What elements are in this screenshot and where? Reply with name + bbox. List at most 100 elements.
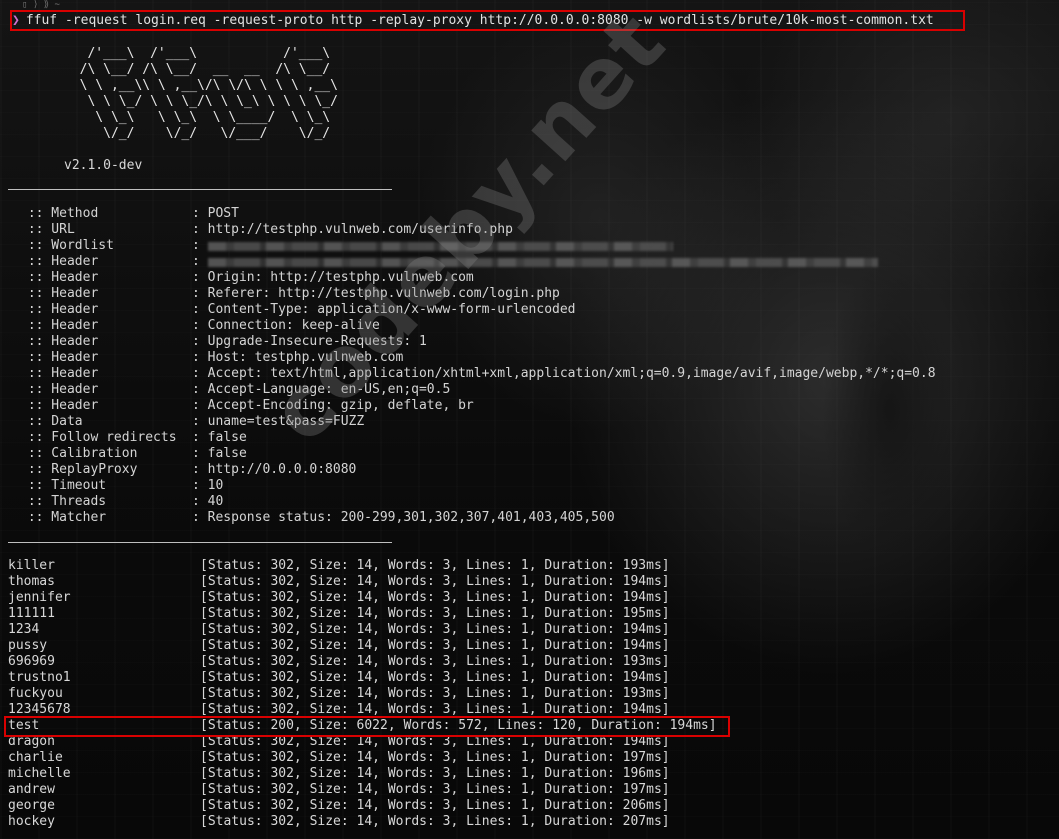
config-value: : Host: testphp.vulnweb.com	[192, 350, 404, 365]
result-status: [Status: 302, Size: 14, Words: 3, Lines:…	[200, 686, 670, 701]
config-row: :: Header: Upgrade-Insecure-Requests: 1	[20, 334, 936, 350]
config-row: :: Data : uname=test&pass=FUZZ	[20, 414, 936, 430]
result-word: 696969	[8, 654, 55, 669]
result-row: trustno1 [Status: 302, Size: 14, Words: 3…	[8, 670, 717, 686]
config-row: :: Header : Accept-Language: en-US,en;q=0…	[20, 382, 936, 398]
result-word: michelle	[8, 766, 71, 781]
result-word: george	[8, 798, 55, 813]
config-key: :: URL	[20, 222, 75, 237]
result-word: pussy	[8, 638, 48, 653]
result-status: [Status: 302, Size: 14, Words: 3, Lines:…	[200, 750, 670, 765]
config-row: :: Header : Referer: http://testphp.vulnw…	[20, 286, 936, 302]
config-value: :	[192, 254, 200, 269]
result-word: thomas	[8, 574, 55, 589]
result-word: charlie	[8, 750, 63, 765]
config-row: :: Header : Accept-Encoding: gzip, deflat…	[20, 398, 936, 414]
config-value: : Accept-Language: en-US,en;q=0.5	[192, 382, 451, 397]
config-key: :: Threads	[20, 494, 107, 509]
config-value: : Referer: http://testphp.vulnweb.com/lo…	[192, 286, 560, 301]
result-word: fuckyou	[8, 686, 63, 701]
config-value: : false	[192, 446, 247, 461]
config-value: : http://testphp.vulnweb.com/userinfo.ph…	[192, 222, 513, 237]
result-row: 111111 [Status: 302, Size: 14, Words: 3, …	[8, 606, 717, 622]
version-label: v2.1.0-dev	[64, 158, 143, 173]
config-row: :: Timeout: 10	[20, 478, 936, 494]
config-key: :: Wordlist	[20, 238, 114, 253]
config-row: :: Calibration : false	[20, 446, 936, 462]
result-word: hockey	[8, 814, 55, 829]
result-row: killer [Status: 302, Size: 14, Words: 3, …	[8, 558, 717, 574]
result-row: michelle [Status: 302, Size: 14, Words: 3…	[8, 766, 717, 782]
config-value: : Connection: keep-alive	[192, 318, 380, 333]
config-key: :: Header	[20, 334, 99, 349]
config-key: :: Header	[20, 286, 99, 301]
redacted-value	[207, 258, 878, 267]
config-row: :: Follow redirects : false	[20, 430, 936, 446]
config-row: :: Header:	[20, 254, 936, 270]
match-highlight-box	[4, 716, 730, 737]
config-value: : http://0.0.0.0:8080	[192, 462, 357, 477]
ffuf-ascii-logo: /'___\ /'___\ /'___\ /\ \__/ /\ \__/ __ …	[79, 46, 338, 141]
config-row: :: Wordlist:	[20, 238, 936, 254]
config-key: :: Header	[20, 302, 99, 317]
result-status: [Status: 302, Size: 14, Words: 3, Lines:…	[200, 814, 670, 829]
result-row: jennifer [Status: 302, Size: 14, Words: 3…	[8, 590, 717, 606]
result-status: [Status: 302, Size: 14, Words: 3, Lines:…	[200, 654, 670, 669]
result-row: pussy [Status: 302, Size: 14, Words: 3, L…	[8, 638, 717, 654]
config-value: : 10	[192, 478, 224, 493]
config-value: : Response status: 200-299,301,302,307,4…	[192, 510, 615, 525]
result-status: [Status: 302, Size: 14, Words: 3, Lines:…	[200, 606, 670, 621]
config-value: :	[192, 238, 200, 253]
result-row: thomas [Status: 302, Size: 14, Words: 3, …	[8, 574, 717, 590]
config-key: :: Header	[20, 382, 99, 397]
config-key: :: Follow redirects	[20, 430, 177, 445]
result-status: [Status: 302, Size: 14, Words: 3, Lines:…	[200, 670, 670, 685]
result-word: 1234	[8, 622, 40, 637]
config-key: :: Header	[20, 350, 99, 365]
result-word: trustno1	[8, 670, 71, 685]
config-summary: :: Method : POST :: URL : http://testphp.v…	[20, 206, 936, 526]
config-value: : uname=test&pass=FUZZ	[192, 414, 365, 429]
config-value: : 40	[192, 494, 224, 509]
config-value: : Accept-Encoding: gzip, deflate, br	[192, 398, 474, 413]
result-word: killer	[8, 558, 55, 573]
config-key: :: Calibration	[20, 446, 138, 461]
config-key: :: Header	[20, 366, 99, 381]
config-key: :: Matcher	[20, 510, 107, 525]
config-row: :: Matcher : Response status: 200-299,301…	[20, 510, 936, 526]
config-key: :: Method	[20, 206, 99, 221]
config-row: :: Threads : 40	[20, 494, 936, 510]
result-row: hockey [Status: 302, Size: 14, Words: 3, …	[8, 814, 717, 830]
config-row: :: ReplayProxy: http://0.0.0.0:8080	[20, 462, 936, 478]
window-titlebar-fragment: ▯ ⟩ ⟫ ~	[22, 0, 60, 10]
separator-top	[8, 189, 392, 190]
terminal-window[interactable]: ▯ ⟩ ⟫ ~ ❯ ffuf -request login.req -reques…	[0, 0, 1059, 839]
config-row: :: Header: Origin: http://testphp.vulnwe…	[20, 270, 936, 286]
config-key: :: Data	[20, 414, 83, 429]
config-value: : Accept: text/html,application/xhtml+xm…	[192, 366, 936, 381]
config-key: :: Header	[20, 398, 99, 413]
config-value: : POST	[192, 206, 239, 221]
result-row: andrew [Status: 302, Size: 14, Words: 3, …	[8, 782, 717, 798]
config-key: :: Header	[20, 254, 99, 269]
result-status: [Status: 302, Size: 14, Words: 3, Lines:…	[200, 558, 670, 573]
result-row: george [Status: 302, Size: 14, Words: 3, …	[8, 798, 717, 814]
result-word: andrew	[8, 782, 55, 797]
config-value: : Content-Type: application/x-www-form-u…	[192, 302, 576, 317]
result-status: [Status: 302, Size: 14, Words: 3, Lines:…	[200, 782, 670, 797]
prompt-chevron-icon: ❯	[12, 13, 20, 28]
result-status: [Status: 302, Size: 14, Words: 3, Lines:…	[200, 766, 670, 781]
command-text: ffuf -request login.req -request-proto h…	[25, 13, 934, 28]
result-status: [Status: 302, Size: 14, Words: 3, Lines:…	[200, 574, 670, 589]
config-value: : false	[192, 430, 247, 445]
result-word: 111111	[8, 606, 55, 621]
config-row: :: Method : POST	[20, 206, 936, 222]
result-status: [Status: 302, Size: 14, Words: 3, Lines:…	[200, 590, 670, 605]
config-row: :: URL : http://testphp.vulnweb.com/useri…	[20, 222, 936, 238]
command-line[interactable]: ❯ ffuf -request login.req -request-proto …	[12, 12, 934, 29]
config-value: : Origin: http://testphp.vulnweb.com	[192, 270, 474, 285]
result-word: jennifer	[8, 590, 71, 605]
config-row: :: Header : Content-Type: application/x-w…	[20, 302, 936, 318]
redacted-value	[207, 242, 673, 251]
config-key: :: Header	[20, 318, 99, 333]
